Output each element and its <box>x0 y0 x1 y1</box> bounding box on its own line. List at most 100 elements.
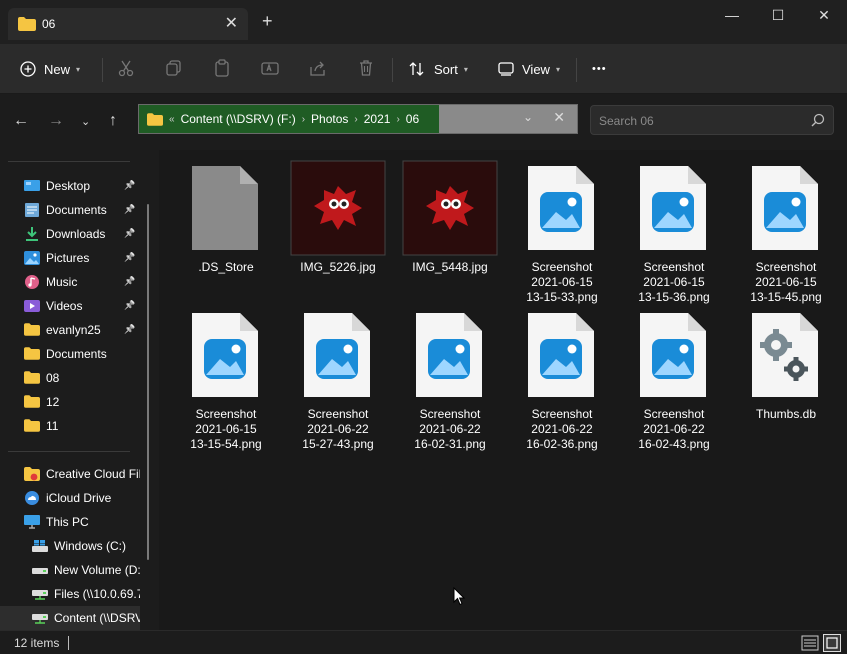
new-tab-button[interactable]: + <box>262 11 273 32</box>
file-item[interactable]: Screenshot 2021-06-15 13-15-54.png <box>176 309 276 451</box>
share-icon[interactable] <box>308 58 328 78</box>
file-item[interactable]: Screenshot 2021-06-22 15-27-43.png <box>288 309 388 451</box>
chevron-down-icon: ▾ <box>76 64 81 74</box>
png-file-icon <box>634 309 714 401</box>
rename-icon[interactable] <box>260 58 280 78</box>
sidebar-item-downloads[interactable]: Downloads 📌 <box>0 222 140 246</box>
pin-icon[interactable]: 📌 <box>124 180 135 191</box>
large-icons-view-icon[interactable] <box>823 634 841 652</box>
cut-icon[interactable] <box>116 58 136 78</box>
file-item[interactable]: Screenshot 2021-06-15 13-15-45.png <box>736 162 836 304</box>
new-button[interactable]: New ▾ <box>20 56 80 82</box>
paste-icon[interactable] <box>212 58 232 78</box>
tab-06[interactable]: 06 ✕ <box>8 8 248 40</box>
drive-icon <box>32 563 48 577</box>
mouse-cursor-icon <box>453 587 465 606</box>
file-item[interactable]: IMG_5226.jpg <box>288 160 388 302</box>
sidebar-item-08[interactable]: 08 <box>0 366 140 390</box>
sidebar-item-files-10-0-69-7[interactable]: Files (\\10.0.69.7) <box>0 582 140 606</box>
file-item[interactable]: Screenshot 2021-06-22 16-02-43.png <box>624 309 724 451</box>
sidebar-item-videos[interactable]: Videos 📌 <box>0 294 140 318</box>
chevron-right-icon[interactable]: › <box>354 114 357 125</box>
address-dropdown-chevron-icon[interactable]: ⌄ <box>523 110 533 124</box>
file-item[interactable]: .DS_Store <box>176 162 276 302</box>
breadcrumb-item[interactable]: 06 <box>406 112 419 126</box>
file-item[interactable]: Screenshot 2021-06-22 16-02-31.png <box>400 309 500 451</box>
address-bar[interactable]: « Content (\\DSRV) (F:) › Photos › 2021 … <box>138 104 578 134</box>
tab-close-icon[interactable]: ✕ <box>225 13 238 33</box>
image-thumbnail <box>402 160 498 256</box>
sidebar-item-label: 08 <box>46 371 60 385</box>
search-icon[interactable] <box>811 113 825 127</box>
pin-icon[interactable]: 📌 <box>124 324 135 335</box>
pictures-icon <box>24 251 40 265</box>
breadcrumb-item[interactable]: Content (\\DSRV) (F:) <box>181 112 296 126</box>
sidebar-item-windows-c[interactable]: Windows (C:) <box>0 534 140 558</box>
sidebar-item-evanlyn25[interactable]: evanlyn25 📌 <box>0 318 140 342</box>
folder-icon <box>18 17 36 31</box>
back-arrow-icon[interactable]: ← <box>13 112 29 130</box>
sidebar-item-pictures[interactable]: Pictures 📌 <box>0 246 140 270</box>
sidebar-item-icloud-drive[interactable]: iCloud Drive <box>0 486 140 510</box>
sort-button[interactable]: Sort ▾ <box>408 56 468 82</box>
file-name: Screenshot 2021-06-15 13-15-54.png <box>190 407 262 451</box>
sidebar-item-label: Creative Cloud Files <box>46 467 140 481</box>
file-item[interactable]: Screenshot 2021-06-15 13-15-36.png <box>624 162 724 304</box>
sidebar-item-documents[interactable]: Documents <box>0 342 140 366</box>
clear-address-icon[interactable]: ✕ <box>553 109 565 126</box>
recent-locations-chevron-icon[interactable]: ⌄ <box>81 115 90 128</box>
details-view-icon[interactable] <box>801 634 819 652</box>
sidebar-item-creative-cloud-files[interactable]: Creative Cloud Files <box>0 462 140 486</box>
pin-icon[interactable]: 📌 <box>124 252 135 263</box>
breadcrumb-item[interactable]: 2021 <box>364 112 391 126</box>
pin-icon[interactable]: 📌 <box>124 276 135 287</box>
forward-arrow-icon[interactable]: → <box>48 112 64 130</box>
search-placeholder: Search 06 <box>599 114 654 128</box>
windows-drive-icon <box>32 539 48 553</box>
minimize-button[interactable]: — <box>709 0 755 32</box>
folder-icon <box>147 112 163 126</box>
view-button[interactable]: View ▾ <box>498 56 560 82</box>
chevron-right-icon[interactable]: › <box>396 114 399 125</box>
png-file-icon <box>746 162 826 254</box>
pin-icon[interactable]: 📌 <box>124 300 135 311</box>
plus-circle-icon <box>20 61 36 77</box>
folder-icon <box>24 419 40 433</box>
sidebar-item-label: Desktop <box>46 179 91 193</box>
sidebar-item-desktop[interactable]: Desktop 📌 <box>0 174 140 198</box>
pin-icon[interactable]: 📌 <box>124 204 135 215</box>
png-file-icon <box>522 162 602 254</box>
sidebar-item-music[interactable]: Music 📌 <box>0 270 140 294</box>
breadcrumb-overflow[interactable]: « <box>169 114 175 125</box>
sidebar-item-new-volume-d[interactable]: New Volume (D:) <box>0 558 140 582</box>
sidebar-item-label: Files (\\10.0.69.7) <box>54 587 140 601</box>
sidebar-item-label: Downloads <box>46 227 106 241</box>
sidebar-item-documents[interactable]: Documents 📌 <box>0 198 140 222</box>
file-item[interactable]: IMG_5448.jpg <box>400 160 500 302</box>
chevron-right-icon[interactable]: › <box>302 114 305 125</box>
search-input[interactable]: Search 06 <box>590 105 834 135</box>
file-item[interactable]: Screenshot 2021-06-22 16-02-36.png <box>512 309 612 451</box>
up-arrow-icon[interactable]: ↑ <box>109 112 117 130</box>
file-item[interactable]: Thumbs.db <box>736 309 836 449</box>
chevron-down-icon: ▾ <box>555 64 560 74</box>
copy-icon[interactable] <box>164 58 184 78</box>
sidebar-item-11[interactable]: 11 <box>0 414 140 438</box>
sidebar-scrollbar[interactable] <box>147 204 149 560</box>
sidebar-item-this-pc[interactable]: This PC <box>0 510 140 534</box>
maximize-button[interactable]: ☐ <box>755 0 801 32</box>
sidebar-item-label: 12 <box>46 395 60 409</box>
file-item[interactable]: Screenshot 2021-06-15 13-15-33.png <box>512 162 612 304</box>
folder-icon <box>24 371 40 385</box>
sidebar-item-12[interactable]: 12 <box>0 390 140 414</box>
sidebar-item-content-dsrv-f[interactable]: Content (\\DSRV) (F:) <box>0 606 140 630</box>
close-window-button[interactable]: ✕ <box>801 0 847 32</box>
breadcrumb-item[interactable]: Photos <box>311 112 348 126</box>
more-options-button[interactable]: ••• <box>592 56 607 82</box>
settings-file-icon <box>746 309 826 401</box>
address-row: ← → ⌄ ↑ « Content (\\DSRV) (F:) › Photos… <box>0 95 847 149</box>
delete-icon[interactable] <box>356 58 376 78</box>
pin-icon[interactable]: 📌 <box>124 228 135 239</box>
sidebar-item-label: evanlyn25 <box>46 323 101 337</box>
file-name: Thumbs.db <box>755 407 817 421</box>
